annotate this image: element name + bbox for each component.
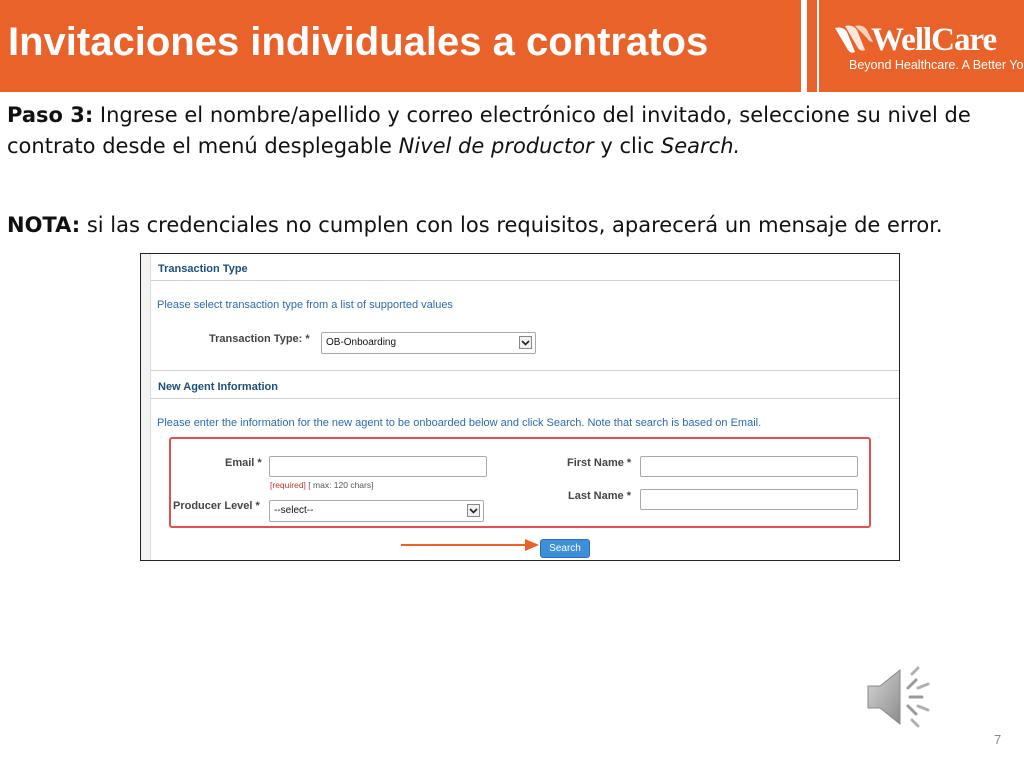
last-name-label: Last Name *: [568, 490, 631, 502]
new-agent-heading: New Agent Information: [158, 381, 278, 393]
step-text-2: y clic: [593, 134, 661, 158]
step-italic-1: Nivel de productor: [398, 134, 594, 158]
page-number: 7: [994, 732, 1002, 747]
screenshot-left-bar: [141, 254, 151, 560]
email-label: Email *: [225, 457, 262, 469]
step-italic-2: Search.: [660, 134, 741, 158]
first-name-label: First Name *: [567, 457, 632, 469]
search-button[interactable]: Search: [540, 539, 590, 558]
transaction-type-heading: Transaction Type: [158, 263, 248, 275]
wellcare-swoosh-icon: [835, 25, 873, 53]
speaker-icon[interactable]: [866, 666, 934, 728]
note-label: NOTA:: [7, 213, 81, 237]
producer-level-label: Producer Level *: [173, 500, 260, 512]
form-screenshot: Transaction Type Please select transacti…: [140, 253, 900, 561]
step-label: Paso 3:: [7, 103, 94, 127]
producer-level-select[interactable]: --select--: [269, 500, 484, 522]
email-field[interactable]: [269, 456, 487, 477]
last-name-field[interactable]: [640, 489, 858, 510]
chevron-down-icon: [519, 336, 532, 349]
section-divider: [151, 280, 899, 281]
section-divider: [151, 370, 899, 371]
transaction-type-description: Please select transaction type from a li…: [157, 299, 453, 311]
logo: WellCare Beyond Healthcare. A Better You…: [817, 0, 1024, 92]
section-divider: [151, 398, 899, 399]
arrow-right-icon: [401, 539, 539, 551]
email-hint: [required] [ max: 120 chars]: [270, 480, 374, 490]
producer-level-value: --select--: [274, 505, 314, 516]
logo-name: WellCare: [871, 22, 997, 58]
new-agent-description: Please enter the information for the new…: [157, 417, 762, 429]
transaction-type-select[interactable]: OB-Onboarding: [321, 332, 536, 354]
chevron-down-icon: [467, 504, 480, 517]
slide-title: Invitaciones individuales a contratos: [8, 20, 709, 64]
note-paragraph: NOTA: si las credenciales no cumplen con…: [7, 210, 1017, 241]
transaction-type-label: Transaction Type: *: [209, 333, 310, 345]
step-paragraph: Paso 3: Ingrese el nombre/apellido y cor…: [7, 100, 1017, 162]
logo-tagline: Beyond Healthcare. A Better You.: [849, 58, 1024, 72]
first-name-field[interactable]: [640, 456, 858, 477]
transaction-type-value: OB-Onboarding: [326, 337, 397, 348]
logo-panel: WellCare Beyond Healthcare. A Better You…: [807, 0, 1024, 92]
slide-header: Invitaciones individuales a contratos: [0, 0, 801, 92]
note-text: si las credenciales no cumplen con los r…: [80, 213, 943, 237]
